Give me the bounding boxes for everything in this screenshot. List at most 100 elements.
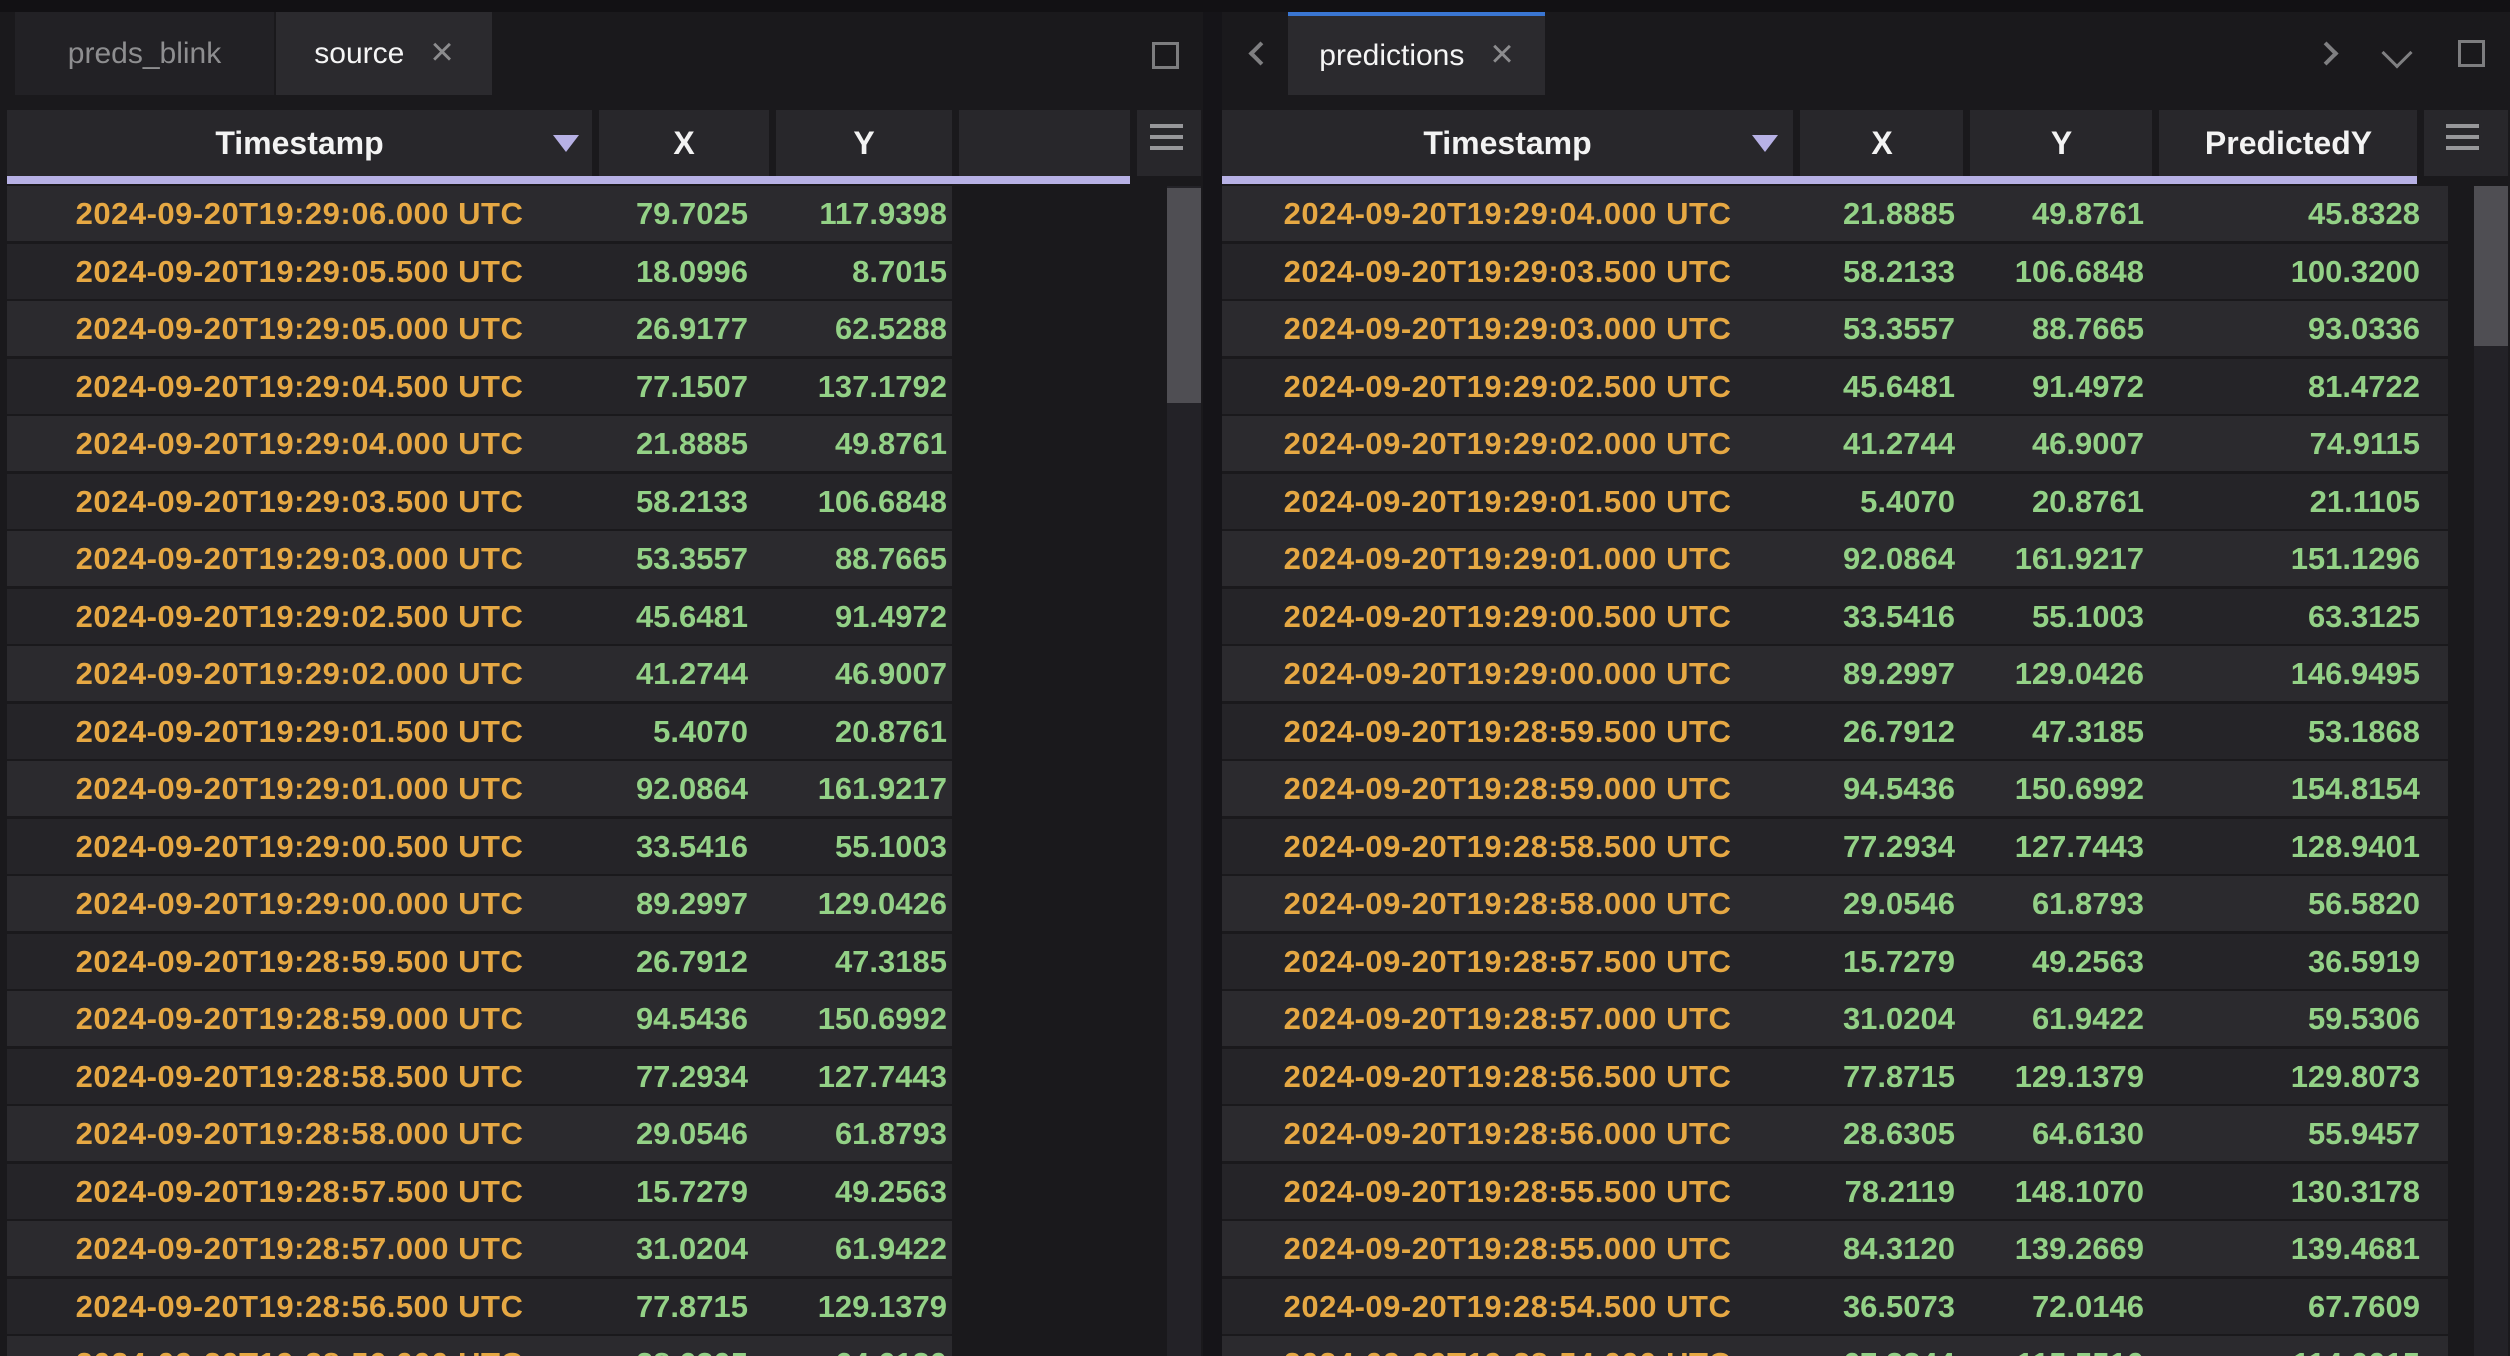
cell-x: 31.0204 [1793, 991, 1971, 1046]
tab-source[interactable]: source × [276, 12, 492, 95]
table-row[interactable]: 2024-09-20T19:28:55.500 UTC 78.2119 148.… [1222, 1164, 2448, 1219]
table-row[interactable]: 2024-09-20T19:28:55.000 UTC 84.3120 139.… [1222, 1221, 2448, 1276]
cell-x: 45.6481 [592, 589, 769, 644]
cell-y: 8.7015 [769, 244, 952, 299]
table-row[interactable]: 2024-09-20T19:28:57.000 UTC 31.0204 61.9… [7, 1221, 952, 1276]
table-row[interactable]: 2024-09-20T19:28:58.500 UTC 77.2934 127.… [1222, 819, 2448, 874]
cell-y: 106.6848 [769, 474, 952, 529]
cell-timestamp: 2024-09-20T19:28:56.000 UTC [7, 1336, 592, 1356]
table-row[interactable]: 2024-09-20T19:28:57.500 UTC 15.7279 49.2… [7, 1164, 952, 1219]
table-row[interactable]: 2024-09-20T19:29:04.000 UTC 21.8885 49.8… [7, 416, 952, 471]
table-row[interactable]: 2024-09-20T19:28:59.500 UTC 26.7912 47.3… [7, 934, 952, 989]
column-header-y[interactable]: Y [1971, 110, 2152, 176]
sort-desc-icon [553, 135, 579, 152]
table-row[interactable]: 2024-09-20T19:29:06.000 UTC 79.7025 117.… [7, 186, 952, 241]
column-header-predictedy[interactable]: PredictedY [2160, 110, 2417, 176]
table-row[interactable]: 2024-09-20T19:28:56.500 UTC 77.8715 129.… [1222, 1049, 2448, 1104]
column-divider [952, 110, 959, 176]
cell-predictedy: 100.3200 [2152, 244, 2448, 299]
cell-timestamp: 2024-09-20T19:29:01.500 UTC [7, 704, 592, 759]
column-header-x[interactable]: X [599, 110, 769, 176]
scrollbar[interactable] [2474, 186, 2508, 1356]
table-row[interactable]: 2024-09-20T19:28:59.500 UTC 26.7912 47.3… [1222, 704, 2448, 759]
table-row[interactable]: 2024-09-20T19:28:54.500 UTC 36.5073 72.0… [1222, 1279, 2448, 1334]
table-row[interactable]: 2024-09-20T19:29:03.000 UTC 53.3557 88.7… [1222, 301, 2448, 356]
table-row[interactable]: 2024-09-20T19:28:57.000 UTC 31.0204 61.9… [1222, 991, 2448, 1046]
table-row[interactable]: 2024-09-20T19:28:58.000 UTC 29.0546 61.8… [1222, 876, 2448, 931]
column-header-timestamp[interactable]: Timestamp [7, 110, 592, 176]
close-icon[interactable]: × [430, 32, 453, 72]
table-row[interactable]: 2024-09-20T19:28:57.500 UTC 15.7279 49.2… [1222, 934, 2448, 989]
table-row[interactable]: 2024-09-20T19:29:03.000 UTC 53.3557 88.7… [7, 531, 952, 586]
scrollbar-thumb[interactable] [1167, 188, 1201, 403]
table-row[interactable]: 2024-09-20T19:29:04.000 UTC 21.8885 49.8… [1222, 186, 2448, 241]
cell-predictedy: 63.3125 [2152, 589, 2448, 644]
table-row[interactable]: 2024-09-20T19:28:56.000 UTC 28.6305 64.6… [1222, 1106, 2448, 1161]
table-row[interactable]: 2024-09-20T19:29:02.500 UTC 45.6481 91.4… [7, 589, 952, 644]
table-row[interactable]: 2024-09-20T19:28:58.000 UTC 29.0546 61.8… [7, 1106, 952, 1161]
cell-x: 77.8715 [592, 1279, 769, 1334]
forward-icon[interactable] [2314, 41, 2338, 65]
table-row[interactable]: 2024-09-20T19:29:01.500 UTC 5.4070 20.87… [7, 704, 952, 759]
table-row[interactable]: 2024-09-20T19:29:05.500 UTC 18.0996 8.70… [7, 244, 952, 299]
table-row[interactable]: 2024-09-20T19:29:00.500 UTC 33.5416 55.1… [7, 819, 952, 874]
tab-preds-blink[interactable]: preds_blink [15, 12, 274, 95]
cell-y: 91.4972 [769, 589, 952, 644]
close-icon[interactable]: × [1490, 34, 1513, 74]
table-row[interactable]: 2024-09-20T19:28:59.000 UTC 94.5436 150.… [7, 991, 952, 1046]
table-row[interactable]: 2024-09-20T19:29:01.500 UTC 5.4070 20.87… [1222, 474, 2448, 529]
cell-y: 161.9217 [769, 761, 952, 816]
cell-timestamp: 2024-09-20T19:28:55.000 UTC [1222, 1221, 1793, 1276]
cell-y: 115.5510 [1971, 1336, 2152, 1356]
cell-x: 31.0204 [592, 1221, 769, 1276]
maximize-icon[interactable] [1152, 42, 1179, 69]
table-row[interactable]: 2024-09-20T19:29:02.000 UTC 41.2744 46.9… [1222, 416, 2448, 471]
back-icon[interactable] [1248, 41, 1272, 65]
cell-x: 58.2133 [592, 474, 769, 529]
table-row[interactable]: 2024-09-20T19:29:00.000 UTC 89.2997 129.… [7, 876, 952, 931]
cell-x: 92.0864 [592, 761, 769, 816]
tab-predictions[interactable]: predictions × [1288, 12, 1545, 95]
cell-y: 127.7443 [1971, 819, 2152, 874]
cell-y: 47.3185 [1971, 704, 2152, 759]
cell-y: 64.6130 [769, 1336, 952, 1356]
menu-icon[interactable] [1150, 124, 1183, 162]
column-header-y[interactable]: Y [776, 110, 952, 176]
column-divider [1963, 110, 1970, 176]
column-header-timestamp[interactable]: Timestamp [1222, 110, 1793, 176]
maximize-icon[interactable] [2458, 40, 2485, 67]
scrollbar[interactable] [1167, 186, 1201, 1356]
cell-predictedy: 56.5820 [2152, 876, 2448, 931]
cell-y: 55.1003 [769, 819, 952, 874]
cell-y: 139.2669 [1971, 1221, 2152, 1276]
table-row[interactable]: 2024-09-20T19:29:02.500 UTC 45.6481 91.4… [1222, 359, 2448, 414]
table-row[interactable]: 2024-09-20T19:29:01.000 UTC 92.0864 161.… [1222, 531, 2448, 586]
cell-x: 67.3344 [1793, 1336, 1971, 1356]
table-row[interactable]: 2024-09-20T19:28:56.000 UTC 28.6305 64.6… [7, 1336, 952, 1356]
cell-x: 92.0864 [1793, 531, 1971, 586]
scrollbar-thumb[interactable] [2474, 186, 2508, 346]
table-row[interactable]: 2024-09-20T19:29:00.500 UTC 33.5416 55.1… [1222, 589, 2448, 644]
cell-y: 61.9422 [1971, 991, 2152, 1046]
table-row[interactable]: 2024-09-20T19:28:59.000 UTC 94.5436 150.… [1222, 761, 2448, 816]
cell-x: 41.2744 [592, 646, 769, 701]
table-row[interactable]: 2024-09-20T19:29:00.000 UTC 89.2997 129.… [1222, 646, 2448, 701]
table-row[interactable]: 2024-09-20T19:29:03.500 UTC 58.2133 106.… [1222, 244, 2448, 299]
table-row[interactable]: 2024-09-20T19:28:54.000 UTC 67.3344 115.… [1222, 1336, 2448, 1356]
window-top-edge [0, 0, 2510, 12]
table-row[interactable]: 2024-09-20T19:29:01.000 UTC 92.0864 161.… [7, 761, 952, 816]
table-row[interactable]: 2024-09-20T19:29:04.500 UTC 77.1507 137.… [7, 359, 952, 414]
table-row[interactable]: 2024-09-20T19:28:56.500 UTC 77.8715 129.… [7, 1279, 952, 1334]
column-divider [592, 110, 599, 176]
table-row[interactable]: 2024-09-20T19:29:02.000 UTC 41.2744 46.9… [7, 646, 952, 701]
table-row[interactable]: 2024-09-20T19:29:03.500 UTC 58.2133 106.… [7, 474, 952, 529]
menu-icon[interactable] [2446, 124, 2479, 162]
cell-y: 106.6848 [1971, 244, 2152, 299]
cell-predictedy: 53.1868 [2152, 704, 2448, 759]
cell-y: 88.7665 [769, 531, 952, 586]
table-row[interactable]: 2024-09-20T19:28:58.500 UTC 77.2934 127.… [7, 1049, 952, 1104]
column-header-x[interactable]: X [1801, 110, 1963, 176]
table-row[interactable]: 2024-09-20T19:29:05.000 UTC 26.9177 62.5… [7, 301, 952, 356]
cell-y: 61.8793 [1971, 876, 2152, 931]
chevron-down-icon[interactable] [2381, 37, 2412, 68]
